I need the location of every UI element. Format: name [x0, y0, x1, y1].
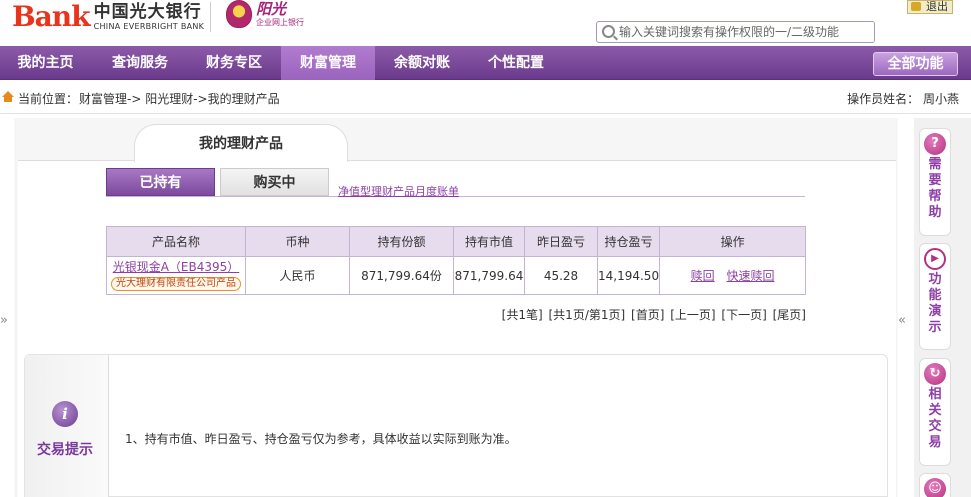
logo-divider [210, 2, 211, 32]
exit-label: 退出 [926, 0, 948, 13]
logo-en: CHINA EVERBRIGHT BANK [93, 22, 205, 31]
col-position-pl: 持仓盈亏 [596, 226, 661, 257]
logo-cn: 中国光大银行 [93, 2, 202, 22]
sub-logo-text: 阳光 企业网上银行 [256, 0, 304, 28]
main-nav: 我的主页 查询服务 财务专区 财富管理 余额对账 个性配置 全部功能 [0, 46, 971, 80]
operator-name: 操作员姓名： 周小燕 [847, 92, 959, 106]
fast-redeem-link[interactable]: 快速赎回 [726, 269, 774, 283]
demo-button[interactable]: ▶ 功能演示 [919, 243, 951, 350]
tab-held[interactable]: 已持有 [106, 168, 215, 196]
trade-tips: i 交易提示 1、持有市值、昨日盈亏、持仓盈亏仅为参考，具体收益以实际到账为准。 [24, 354, 888, 497]
issuer-badge: 光大理财有限责任公司产品 [111, 277, 241, 291]
more-button[interactable]: ☺ [919, 473, 951, 497]
collapse-right-icon[interactable]: « [898, 313, 906, 328]
nav-item-settings[interactable]: 个性配置 [469, 46, 563, 80]
pagination: [共1笔] [共1页/第1页] [首页] [上一页] [下一页] [尾页] [500, 306, 806, 323]
cell-product-name: 光银现金A（EB4395） 光大理财有限责任公司产品 [106, 256, 246, 295]
cell-position-pl: 14,194.50 [596, 256, 661, 295]
info-icon: i [52, 401, 78, 427]
pager-total: [共1笔] [501, 308, 543, 322]
col-yesterday-pl: 昨日盈亏 [524, 226, 598, 257]
refresh-icon: ↻ [924, 363, 946, 385]
redeem-link[interactable]: 赎回 [691, 269, 715, 283]
smile-icon: ☺ [924, 478, 946, 497]
sub-logo-main: 阳光 [256, 0, 287, 18]
table-header-row: 产品名称 币种 持有份额 持有市值 昨日盈亏 持仓盈亏 操作 [106, 226, 807, 257]
all-functions-button[interactable]: 全部功能 [873, 52, 958, 76]
col-currency: 币种 [245, 226, 350, 257]
help-label: 需要帮助 [928, 157, 942, 220]
pager-next[interactable]: [下一页] [721, 308, 766, 322]
search-input[interactable] [619, 24, 869, 40]
nav-item-home[interactable]: 我的主页 [0, 46, 91, 80]
tab-buying[interactable]: 购买中 [220, 168, 329, 196]
cell-operation: 赎回 快速赎回 [659, 256, 807, 295]
nav-item-balance[interactable]: 余额对账 [375, 46, 469, 80]
exit-button[interactable]: 退出 [907, 0, 953, 14]
nav-item-query[interactable]: 查询服务 [93, 46, 187, 80]
tip-sidebar: i 交易提示 [25, 355, 109, 497]
main-panel: 我的理财产品 已持有 购买中 净值型理财产品月度账单 产品名称 币种 持有份额 … [14, 118, 898, 497]
search-icon[interactable] [602, 25, 615, 38]
breadcrumb-path: 财富管理-> 阳光理财->我的理财产品 [79, 92, 280, 106]
pager-last[interactable]: [尾页] [773, 308, 806, 322]
related-label: 相关交易 [928, 387, 942, 450]
col-operation: 操作 [659, 226, 807, 257]
sub-logo-sub: 企业网上银行 [256, 17, 304, 27]
tip-title: 交易提示 [37, 442, 93, 458]
pager-first[interactable]: [首页] [631, 308, 664, 322]
logo-text: 中国光大银行 CHINA EVERBRIGHT BANK [94, 2, 205, 32]
monthly-statement-link[interactable]: 净值型理财产品月度账单 [338, 183, 459, 199]
cell-market-value: 871,799.64 [453, 256, 525, 295]
play-icon: ▶ [924, 248, 946, 270]
nav-item-wealth[interactable]: 财富管理 [281, 46, 375, 80]
page-title: 我的理财产品 [134, 124, 348, 162]
bank-logo[interactable]: Bank 中国光大银行 CHINA EVERBRIGHT BANK [12, 2, 204, 32]
breadcrumb-label: 当前位置： [18, 92, 79, 106]
tip-text: 1、持有市值、昨日盈亏、持仓盈亏仅为参考，具体收益以实际到账为准。 [125, 432, 517, 446]
question-icon: ? [924, 133, 946, 155]
table-row: 光银现金A（EB4395） 光大理财有限责任公司产品 人民币 871,799.6… [106, 256, 807, 295]
expand-left-icon[interactable]: » [0, 313, 8, 328]
right-rail: ? 需要帮助 ▶ 功能演示 ↻ 相关交易 ☺ [914, 118, 971, 497]
demo-label: 功能演示 [928, 272, 942, 335]
product-name-link[interactable]: 光银现金A（EB4395） [107, 260, 245, 275]
search-box[interactable] [596, 21, 875, 43]
pager-prev[interactable]: [上一页] [670, 308, 715, 322]
nav-item-finance[interactable]: 财务专区 [187, 46, 281, 80]
breadcrumb: 当前位置： 财富管理-> 阳光理财->我的理财产品 操作员姓名： 周小燕 [0, 81, 971, 114]
products-table: 产品名称 币种 持有份额 持有市值 昨日盈亏 持仓盈亏 操作 光银现金A（EB4… [106, 226, 807, 295]
logo-mark: Bank [12, 0, 91, 33]
help-button[interactable]: ? 需要帮助 [919, 128, 951, 236]
pager-page-info: [共1页/第1页] [548, 308, 626, 322]
col-market-value: 持有市值 [453, 226, 525, 257]
sunshine-logo: 阳光 企业网上银行 [226, 0, 304, 28]
col-shares: 持有份额 [349, 226, 454, 257]
cell-yesterday-pl: 45.28 [524, 256, 598, 295]
header: Bank 中国光大银行 CHINA EVERBRIGHT BANK 阳光 企业网… [0, 0, 971, 46]
cell-shares: 871,799.64份 [349, 256, 454, 295]
col-product-name: 产品名称 [106, 226, 246, 257]
badge-icon [226, 0, 252, 28]
lock-icon [911, 2, 921, 11]
related-button[interactable]: ↻ 相关交易 [919, 358, 951, 466]
cell-currency: 人民币 [245, 256, 350, 295]
home-icon [2, 91, 14, 102]
